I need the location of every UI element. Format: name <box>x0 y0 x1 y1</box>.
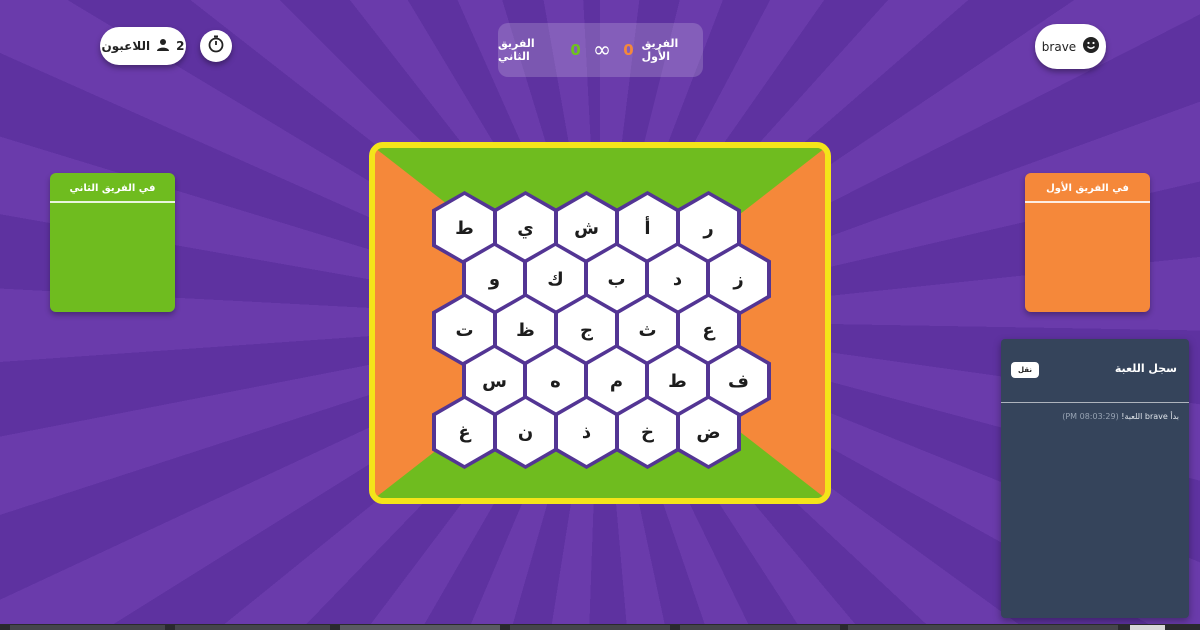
team-a-panel: في الفريق الأول <box>1025 173 1150 312</box>
taskbar-item[interactable] <box>10 625 165 630</box>
taskbar-item[interactable] <box>680 625 840 630</box>
log-entry-text: بدأ brave اللعبة! <box>1121 412 1179 421</box>
infinity-icon: ∞ <box>592 37 612 63</box>
taskbar-item[interactable] <box>848 625 1118 630</box>
team-b-label: الفريق الثاني <box>498 37 535 63</box>
team-b-panel-title: في الفريق الثاني <box>50 173 175 203</box>
stopwatch-icon <box>207 35 225 57</box>
players-label: اللاعبون <box>101 39 151 53</box>
team-a-label: الفريق الأول <box>641 37 679 63</box>
timer-button[interactable] <box>200 30 232 62</box>
smiley-icon <box>1083 37 1100 56</box>
players-count-button[interactable]: اللاعبون 2 <box>100 27 186 65</box>
team-a-panel-title: في الفريق الأول <box>1025 173 1150 203</box>
hex-letter: ذ <box>558 399 615 465</box>
taskbar-item[interactable] <box>340 625 500 630</box>
username: brave <box>1041 39 1077 54</box>
taskbar-item[interactable] <box>175 625 330 630</box>
scoreboard: الفريق الثاني 0 ∞ 0 الفريق الأول <box>498 23 703 77</box>
game-log-title: سجل اللعبة <box>1114 362 1177 375</box>
team-b-score: 0 <box>570 41 581 59</box>
copy-log-button[interactable]: نقل <box>1011 362 1039 378</box>
taskbar-item[interactable] <box>510 625 670 630</box>
user-profile-button[interactable]: brave <box>1035 24 1106 69</box>
log-entry-time: (PM 08:03:29) <box>1062 412 1119 421</box>
game-log-panel: سجل اللعبة نقل بدأ brave اللعبة! (PM 08:… <box>1001 339 1189 618</box>
taskbar-item[interactable] <box>1130 625 1165 630</box>
hex-letter: ض <box>680 399 737 465</box>
game-board: رأشيطزدبكوعثجظتفطمهسضخذنغ <box>369 142 831 504</box>
person-icon <box>156 38 170 55</box>
game-log-header: سجل اللعبة نقل <box>1001 339 1189 403</box>
log-entry: بدأ brave اللعبة! (PM 08:03:29) <box>1062 412 1179 421</box>
taskbar <box>0 624 1200 630</box>
team-a-score: 0 <box>623 41 634 59</box>
hex-letter: ن <box>497 399 554 465</box>
team-b-panel: في الفريق الثاني <box>50 173 175 312</box>
hex-letter: غ <box>436 399 493 465</box>
players-count: 2 <box>176 39 185 53</box>
hex-letter: خ <box>619 399 676 465</box>
